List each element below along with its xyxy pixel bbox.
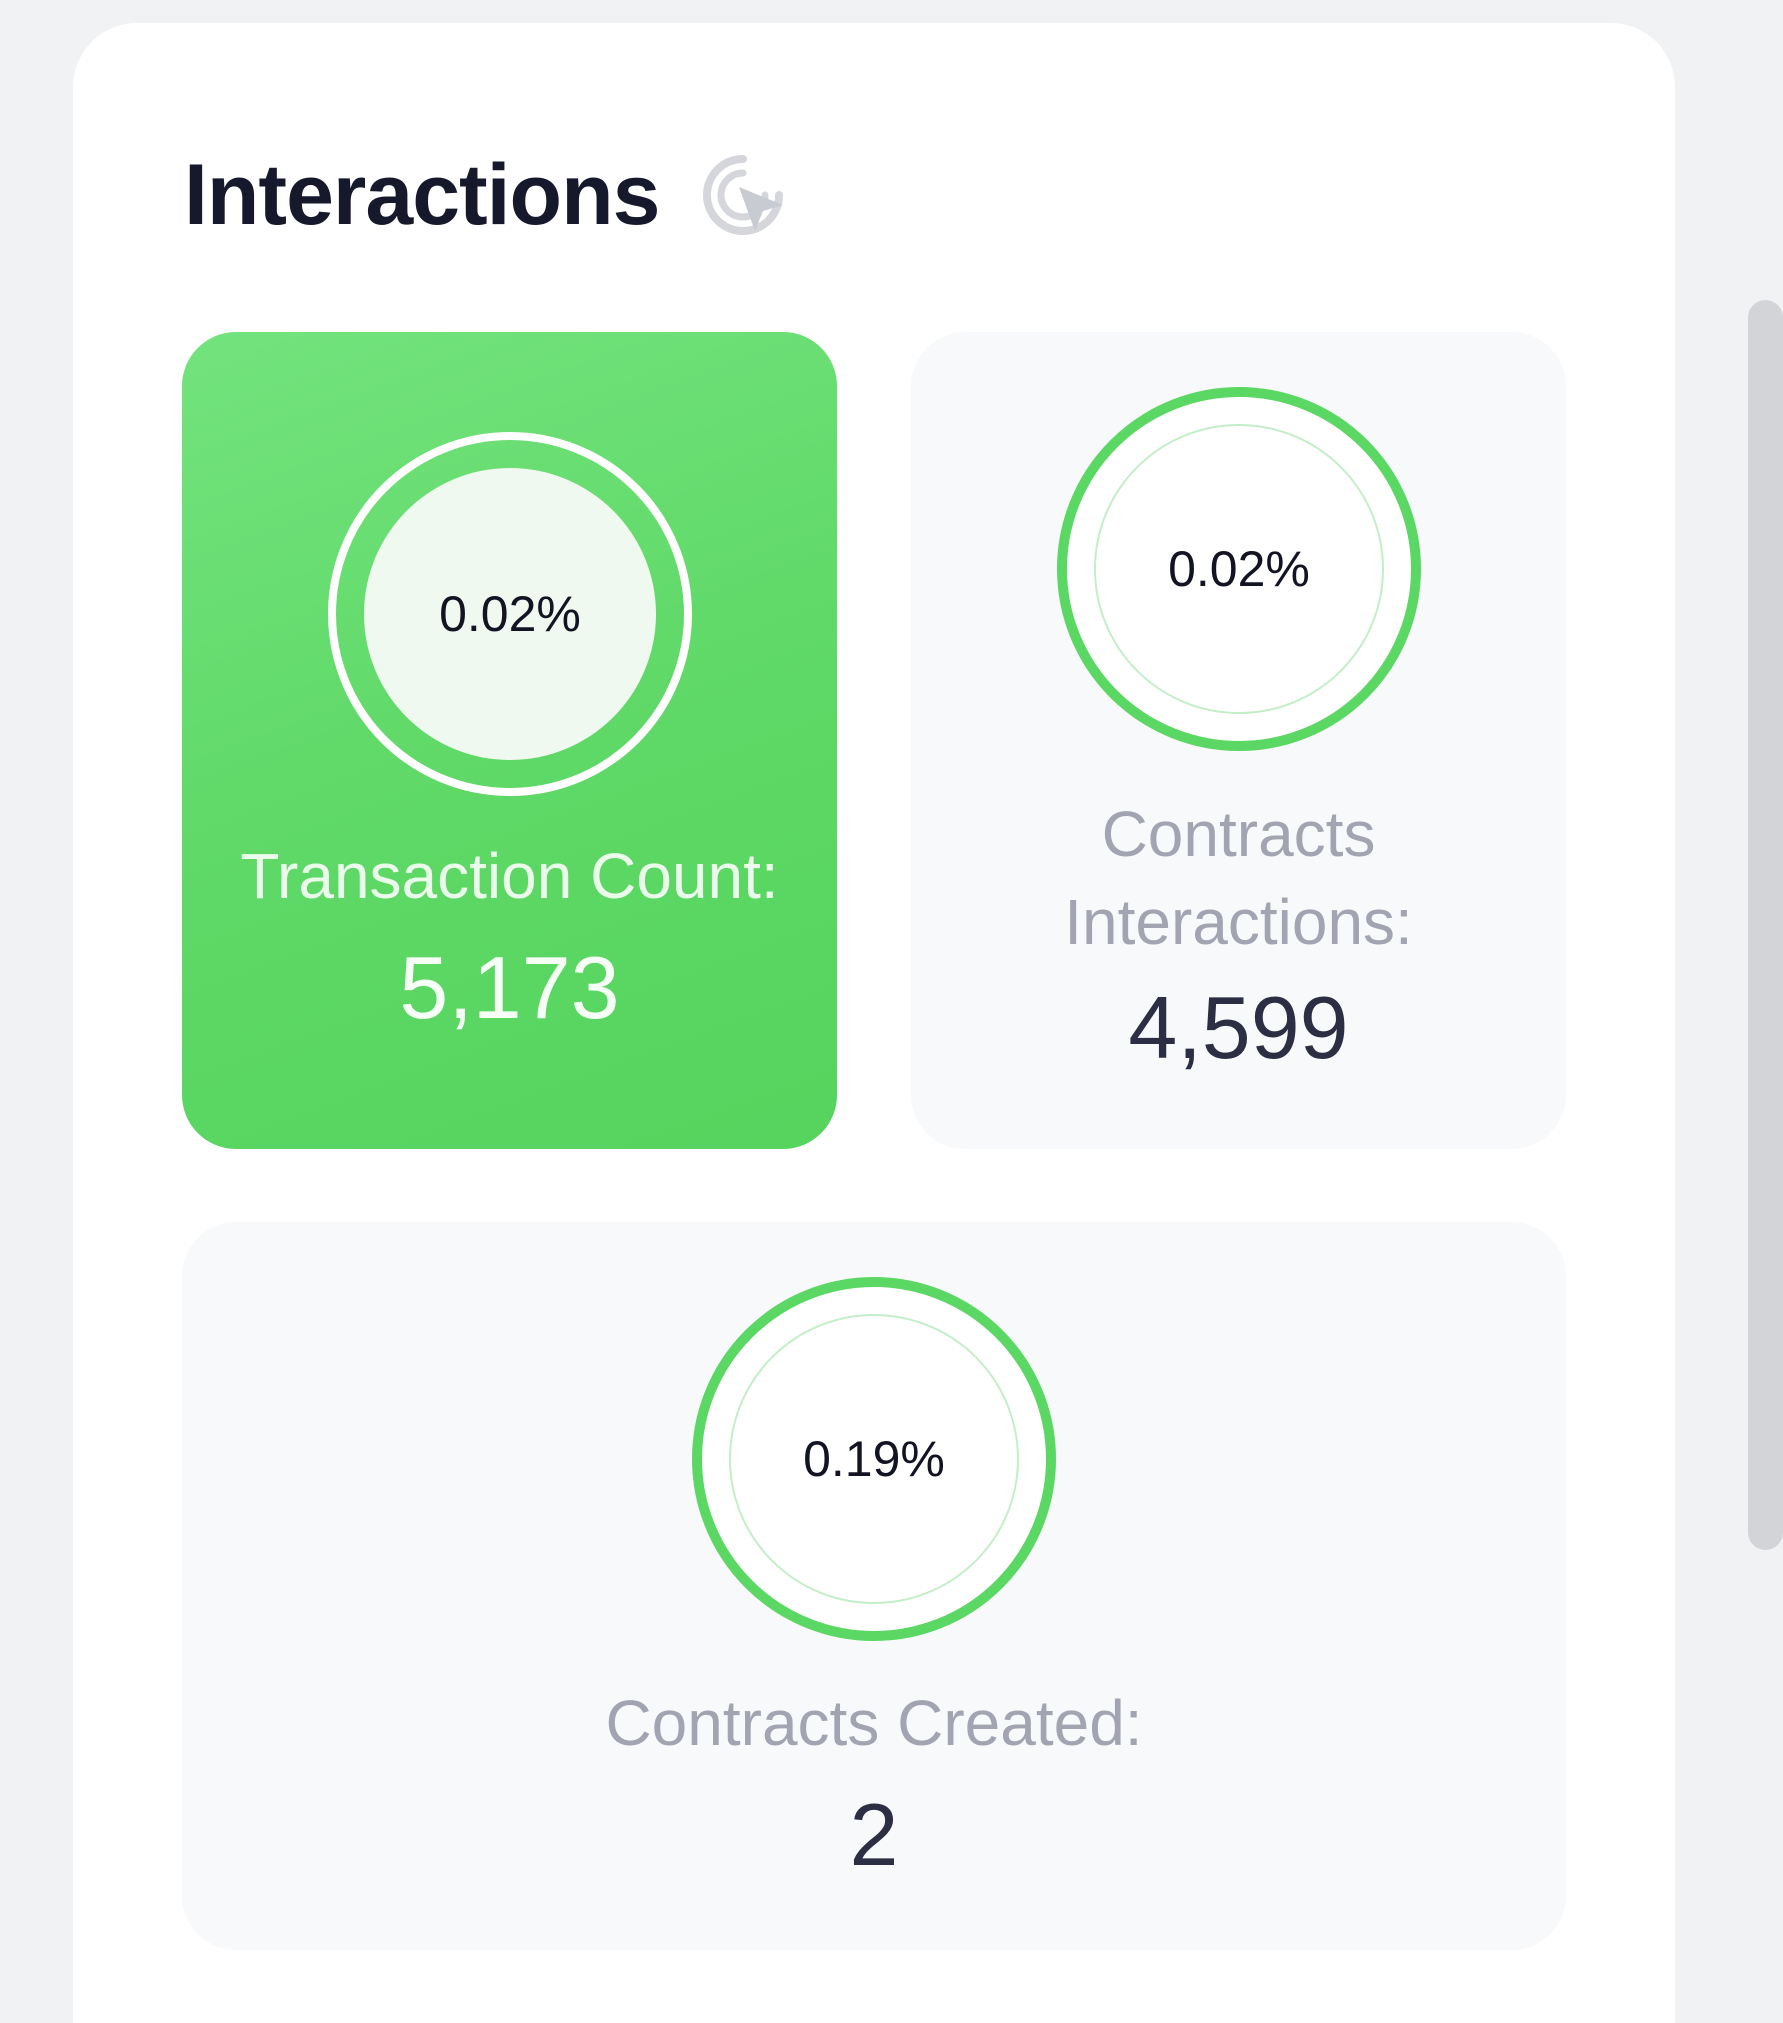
- scrollbar[interactable]: [1748, 300, 1783, 1550]
- transaction-count-label: Transaction Count:: [240, 840, 779, 912]
- contracts-interactions-percent: 0.02%: [1094, 424, 1384, 714]
- contracts-interactions-ring: 0.02%: [1057, 387, 1421, 751]
- contracts-interactions-value: 4,599: [1128, 978, 1349, 1077]
- contracts-created-ring: 0.19%: [692, 1277, 1056, 1641]
- contracts-created-percent: 0.19%: [729, 1314, 1019, 1604]
- transaction-count-ring: 0.02%: [328, 432, 692, 796]
- contracts-interactions-label: Contracts Interactions:: [1064, 798, 1413, 958]
- transaction-count-value: 5,173: [399, 938, 620, 1037]
- transaction-count-percent: 0.02%: [364, 468, 656, 760]
- contracts-created-label: Contracts Created:: [605, 1687, 1143, 1759]
- contracts-interactions-card[interactable]: 0.02% Contracts Interactions: 4,599: [911, 332, 1566, 1149]
- cursor-click-icon[interactable]: [695, 147, 791, 243]
- section-header: Interactions: [184, 135, 791, 255]
- transaction-count-card[interactable]: 0.02% Transaction Count: 5,173: [182, 332, 837, 1149]
- contracts-created-value: 2: [849, 1785, 899, 1884]
- section-title: Interactions: [184, 147, 660, 243]
- contracts-created-card[interactable]: 0.19% Contracts Created: 2: [182, 1222, 1566, 1950]
